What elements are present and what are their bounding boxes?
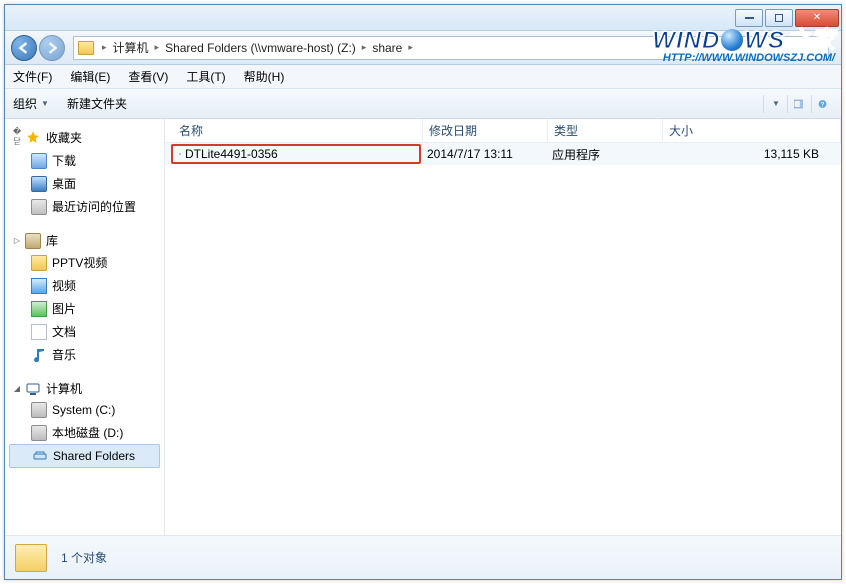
col-size[interactable]: 大小 (663, 119, 841, 142)
sidebar-item-shared-folders[interactable]: Shared Folders (9, 444, 160, 468)
drive-icon (31, 402, 47, 418)
title-bar: ✕ (5, 5, 841, 31)
sidebar-computer: ◢ 计算机 System (C:) 本地磁盘 (D:) Shared Folde… (5, 378, 164, 468)
menu-bar: 文件(F) 编辑(E) 查看(V) 工具(T) 帮助(H) (5, 65, 841, 89)
breadcrumb[interactable]: ▸ 计算机 ▸ Shared Folders (\\vmware-host) (… (73, 36, 829, 60)
file-list: DTLite4491-0356 2014/7/17 13:11 应用程序 13,… (165, 143, 841, 535)
library-icon (25, 233, 41, 249)
column-headers: 名称 修改日期 类型 大小 (165, 119, 841, 143)
menu-help[interactable]: 帮助(H) (244, 68, 285, 85)
status-bar: 1 个对象 (5, 535, 841, 579)
minimize-button[interactable] (735, 9, 763, 27)
sidebar-item-videos[interactable]: 视频 (5, 274, 164, 297)
sidebar-item-pictures[interactable]: 图片 (5, 297, 164, 320)
crumb-folder[interactable]: share (368, 41, 406, 55)
recent-icon (31, 199, 47, 215)
star-icon (25, 129, 41, 145)
help-button[interactable]: ? (811, 95, 833, 113)
crumb-drive[interactable]: Shared Folders (\\vmware-host) (Z:) (161, 41, 360, 55)
downloads-icon (31, 153, 47, 169)
menu-file[interactable]: 文件(F) (13, 68, 52, 85)
menu-tools[interactable]: 工具(T) (186, 68, 225, 85)
folder-icon (78, 41, 94, 55)
exe-icon (179, 153, 181, 155)
svg-text:?: ? (821, 101, 825, 108)
forward-button[interactable] (39, 35, 65, 61)
back-button[interactable] (11, 35, 37, 61)
sidebar-item-computer[interactable]: ◢ 计算机 (5, 378, 164, 399)
sidebar-item-drive-d[interactable]: 本地磁盘 (D:) (5, 421, 164, 444)
sidebar-item-music[interactable]: 音乐 (5, 343, 164, 366)
sidebar-item-pptv[interactable]: PPTV视频 (5, 251, 164, 274)
picture-icon (31, 301, 47, 317)
file-size: 13,115 KB (661, 147, 841, 161)
col-type[interactable]: 类型 (548, 119, 663, 142)
music-icon (31, 347, 47, 363)
sidebar-item-documents[interactable]: 文档 (5, 320, 164, 343)
desktop-icon (31, 176, 47, 192)
toolbar: 组织▼ 新建文件夹 ▼ ? (5, 89, 841, 119)
network-drive-icon (32, 448, 48, 464)
col-date[interactable]: 修改日期 (423, 119, 548, 142)
crumb-computer[interactable]: 计算机 (109, 39, 153, 56)
video-icon (31, 278, 47, 294)
sidebar-favorites: �닫 收藏夹 下载 桌面 最近访问的位置 (5, 125, 164, 218)
sidebar-item-library[interactable]: ▷ 库 (5, 230, 164, 251)
sidebar-item-recent[interactable]: 最近访问的位置 (5, 195, 164, 218)
folder-icon (31, 255, 47, 271)
sidebar-library: ▷ 库 PPTV视频 视频 图片 文档 音乐 (5, 230, 164, 366)
nav-bar: ▸ 计算机 ▸ Shared Folders (\\vmware-host) (… (5, 31, 841, 65)
view-options-button[interactable]: ▼ (763, 95, 785, 113)
menu-view[interactable]: 查看(V) (128, 68, 168, 85)
sidebar-item-favorites[interactable]: �닫 收藏夹 (5, 125, 164, 149)
col-name[interactable]: 名称 (173, 119, 423, 142)
preview-pane-button[interactable] (787, 95, 809, 113)
file-type: 应用程序 (546, 146, 661, 163)
sidebar-item-desktop[interactable]: 桌面 (5, 172, 164, 195)
sidebar-item-drive-c[interactable]: System (C:) (5, 399, 164, 421)
status-text: 1 个对象 (61, 549, 107, 566)
file-date: 2014/7/17 13:11 (421, 147, 546, 161)
file-name: DTLite4491-0356 (185, 147, 278, 161)
folder-icon (15, 544, 47, 572)
drive-icon (31, 425, 47, 441)
file-row[interactable]: DTLite4491-0356 2014/7/17 13:11 应用程序 13,… (165, 143, 841, 165)
explorer-window: ✕ ▸ 计算机 ▸ Shared Folders (\\vmware-host)… (4, 4, 842, 580)
new-folder-button[interactable]: 新建文件夹 (67, 95, 127, 112)
document-icon (31, 324, 47, 340)
computer-icon (25, 381, 41, 397)
sidebar-item-downloads[interactable]: 下载 (5, 149, 164, 172)
maximize-button[interactable] (765, 9, 793, 27)
close-button[interactable]: ✕ (795, 9, 839, 27)
menu-edit[interactable]: 编辑(E) (70, 68, 110, 85)
organize-button[interactable]: 组织▼ (13, 95, 49, 112)
sidebar: �닫 收藏夹 下载 桌面 最近访问的位置 ▷ 库 PPTV视频 视频 (5, 119, 165, 535)
content-pane: 名称 修改日期 类型 大小 DTLite4491-0356 2014/7/17 … (165, 119, 841, 535)
